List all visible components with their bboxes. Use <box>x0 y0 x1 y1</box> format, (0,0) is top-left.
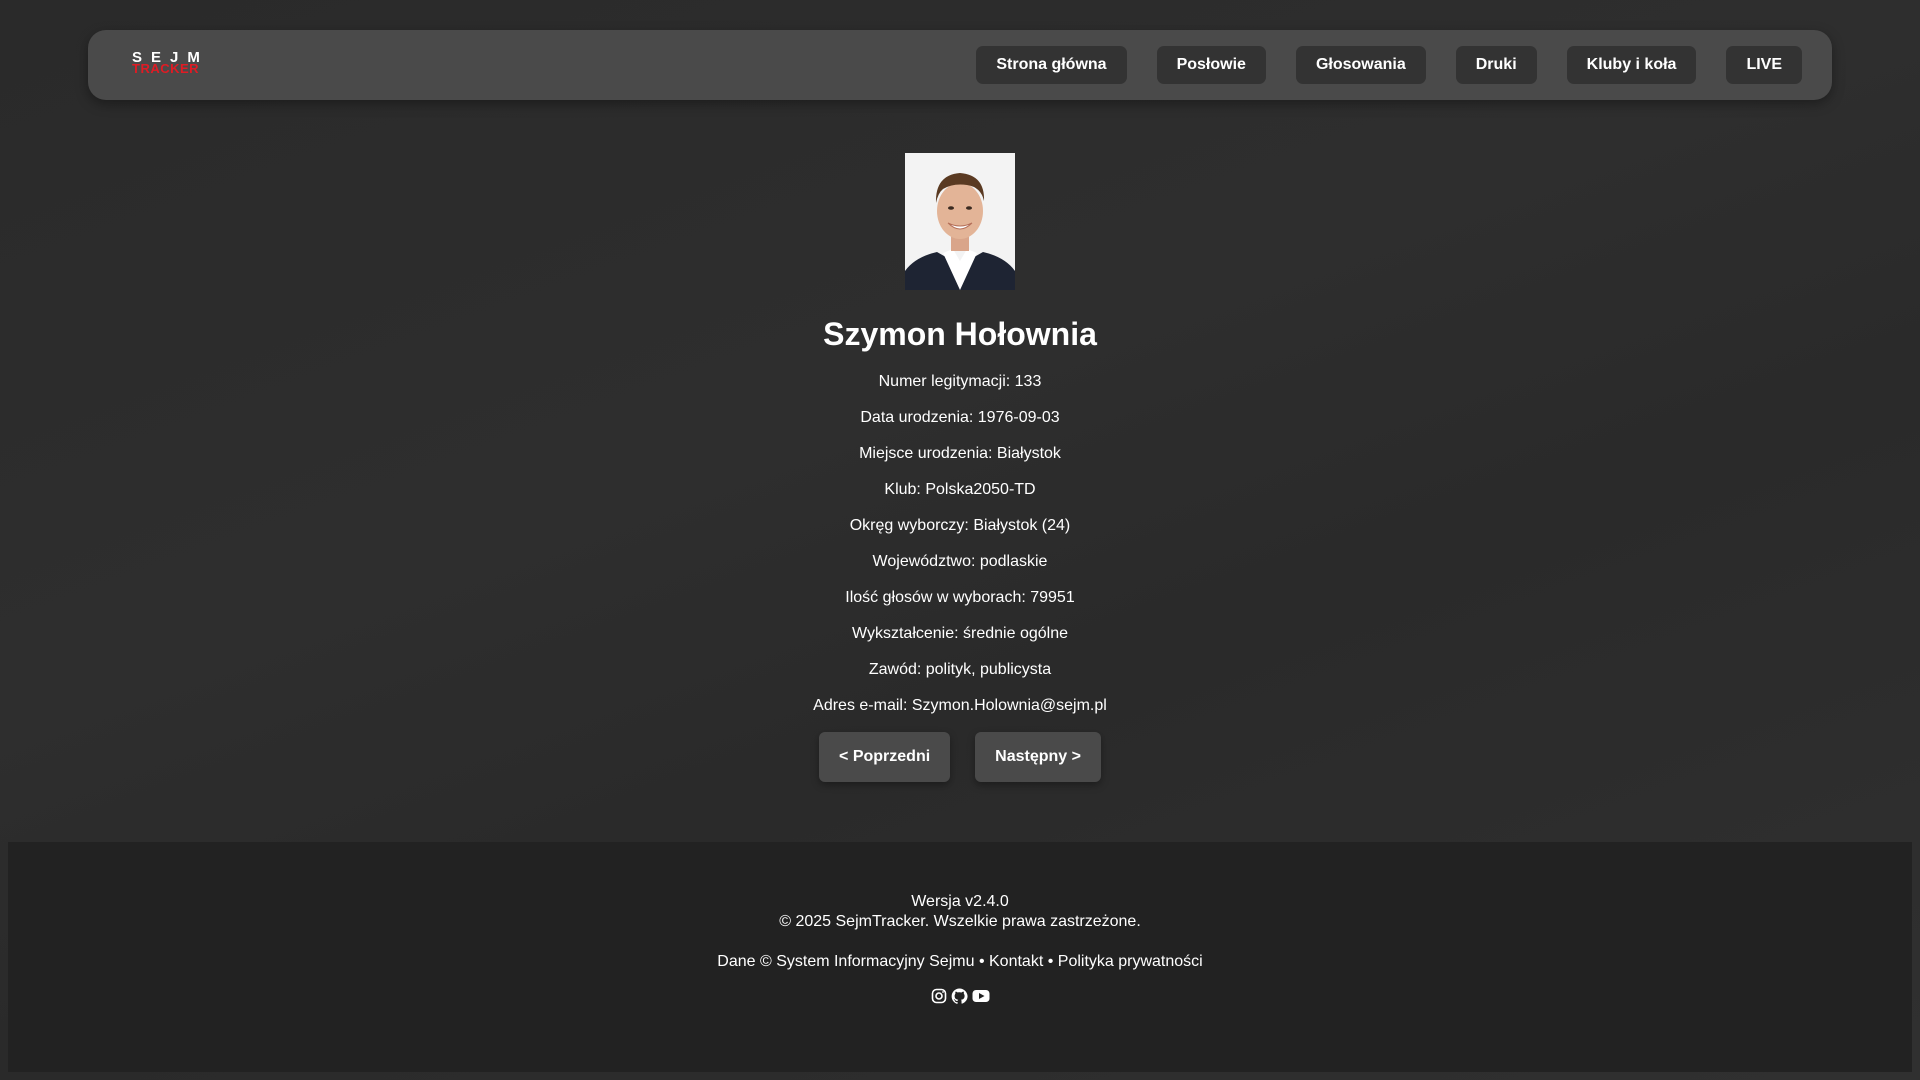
nav-prints-button[interactable]: Druki <box>1455 46 1537 84</box>
detail-email: Adres e-mail: Szymon.Holownia@sejm.pl <box>813 697 1107 714</box>
youtube-icon[interactable] <box>972 988 990 1006</box>
next-mp-button[interactable]: Następny > <box>975 732 1101 782</box>
copyright-text: © 2025 SejmTracker. Wszelkie prawa zastr… <box>779 913 1141 930</box>
app-version: Wersja v2.4.0 <box>911 893 1009 910</box>
nav-clubs-button[interactable]: Kluby i koła <box>1566 46 1697 84</box>
mp-name: Szymon Hołownia <box>823 316 1097 352</box>
mp-portrait-image <box>905 153 1015 290</box>
navbar: SEJM TRACKER Strona główna Posłowie Głos… <box>88 30 1832 100</box>
nav-votes-button[interactable]: Głosowania <box>1295 46 1426 84</box>
detail-profession: Zawód: polityk, publicysta <box>868 661 1052 678</box>
instagram-icon[interactable] <box>931 988 947 1006</box>
footer-links: Dane © System Informacyjny Sejmu • Konta… <box>8 952 1912 972</box>
mp-photo <box>905 153 1015 290</box>
mp-details-list: Numer legitymacji: 133 Data urodzenia: 1… <box>0 372 1920 716</box>
social-icons <box>8 988 1912 1006</box>
footer: Wersja v2.4.0 © 2025 SejmTracker. Wszelk… <box>8 842 1912 1072</box>
mp-profile: Szymon Hołownia Numer legitymacji: 133 D… <box>0 153 1920 782</box>
detail-id-number: Numer legitymacji: 133 <box>878 373 1042 390</box>
footer-separator: • <box>1047 953 1054 970</box>
detail-birth-place: Miejsce urodzenia: Białystok <box>859 445 1061 462</box>
nav-home-button[interactable]: Strona główna <box>976 46 1127 84</box>
detail-district: Okręg wyborczy: Białystok (24) <box>849 517 1071 534</box>
privacy-policy-link[interactable]: Polityka prywatności <box>1058 953 1203 970</box>
contact-link[interactable]: Kontakt <box>989 953 1043 970</box>
detail-club: Klub: Polska2050-TD <box>884 481 1036 498</box>
github-icon[interactable] <box>951 988 968 1006</box>
nav-live-button[interactable]: LIVE <box>1726 46 1802 84</box>
nav-mps-button[interactable]: Posłowie <box>1156 46 1266 84</box>
previous-mp-button[interactable]: < Poprzedni <box>819 732 951 782</box>
detail-votes: Ilość głosów w wyborach: 79951 <box>845 589 1075 606</box>
page: SEJM TRACKER Strona główna Posłowie Głos… <box>0 0 1920 1080</box>
detail-voivodeship: Województwo: podlaskie <box>872 553 1048 570</box>
footer-separator: • <box>978 953 985 970</box>
sejm-tracker-logo[interactable]: SEJM TRACKER <box>132 50 212 80</box>
main-nav: Strona główna Posłowie Głosowania Druki … <box>976 46 1802 84</box>
data-source-text: Dane © System Informacyjny Sejmu <box>717 953 975 970</box>
detail-education: Wykształcenie: średnie ogólne <box>852 625 1068 642</box>
detail-birth-date: Data urodzenia: 1976-09-03 <box>860 409 1060 426</box>
mp-pager: < Poprzedni Następny > <box>0 732 1920 782</box>
